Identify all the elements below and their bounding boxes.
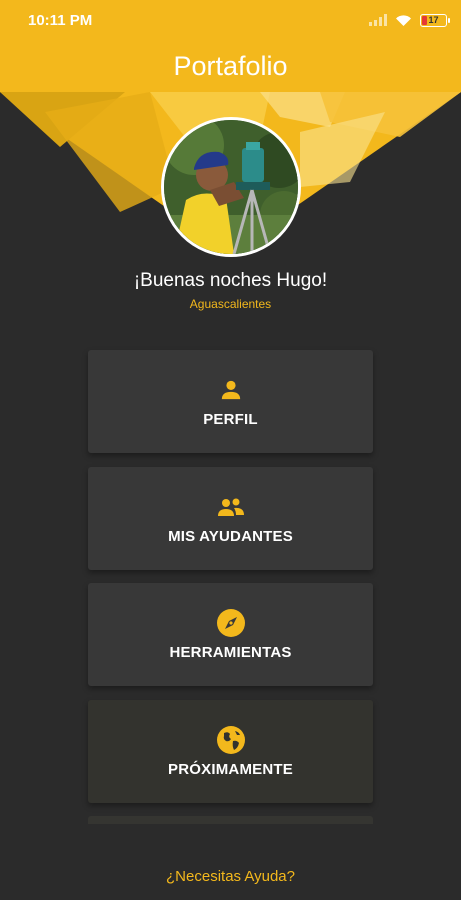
wifi-icon <box>396 14 411 26</box>
app-screen: 10:11 PM 17 Portafolio ¡Buenas noches Hu… <box>0 0 461 900</box>
helpers-label: MIS AYUDANTES <box>168 528 293 545</box>
compass-icon <box>216 608 246 638</box>
profile-button[interactable]: PERFIL <box>88 350 373 453</box>
help-link[interactable]: ¿Necesitas Ayuda? <box>0 868 461 885</box>
status-time: 10:11 PM <box>28 11 93 29</box>
battery-level: 17 <box>428 15 439 25</box>
tools-button[interactable]: HERRAMIENTAS <box>88 583 373 686</box>
avatar[interactable] <box>161 117 301 257</box>
partial-menu-card <box>88 816 373 824</box>
location-label: Aguascalientes <box>189 297 272 311</box>
page-title: Portafolio <box>173 50 288 81</box>
profile-label: PERFIL <box>203 411 258 428</box>
tools-label: HERRAMIENTAS <box>169 644 292 661</box>
greeting: ¡Buenas noches Hugo! <box>133 270 328 291</box>
status-bar: 10:11 PM 17 <box>0 0 461 40</box>
helpers-button[interactable]: MIS AYUDANTES <box>88 467 373 570</box>
person-icon <box>220 375 242 405</box>
coming-soon-button[interactable]: PRÓXIMAMENTE <box>88 700 373 803</box>
people-icon <box>217 492 245 522</box>
signal-icon <box>369 14 387 26</box>
avatar-photo <box>164 120 298 254</box>
battery-icon: 17 <box>420 13 450 27</box>
coming-soon-label: PRÓXIMAMENTE <box>168 761 293 778</box>
globe-icon <box>216 725 246 755</box>
app-bar: Portafolio <box>0 40 461 92</box>
status-icons: 17 <box>369 13 450 27</box>
